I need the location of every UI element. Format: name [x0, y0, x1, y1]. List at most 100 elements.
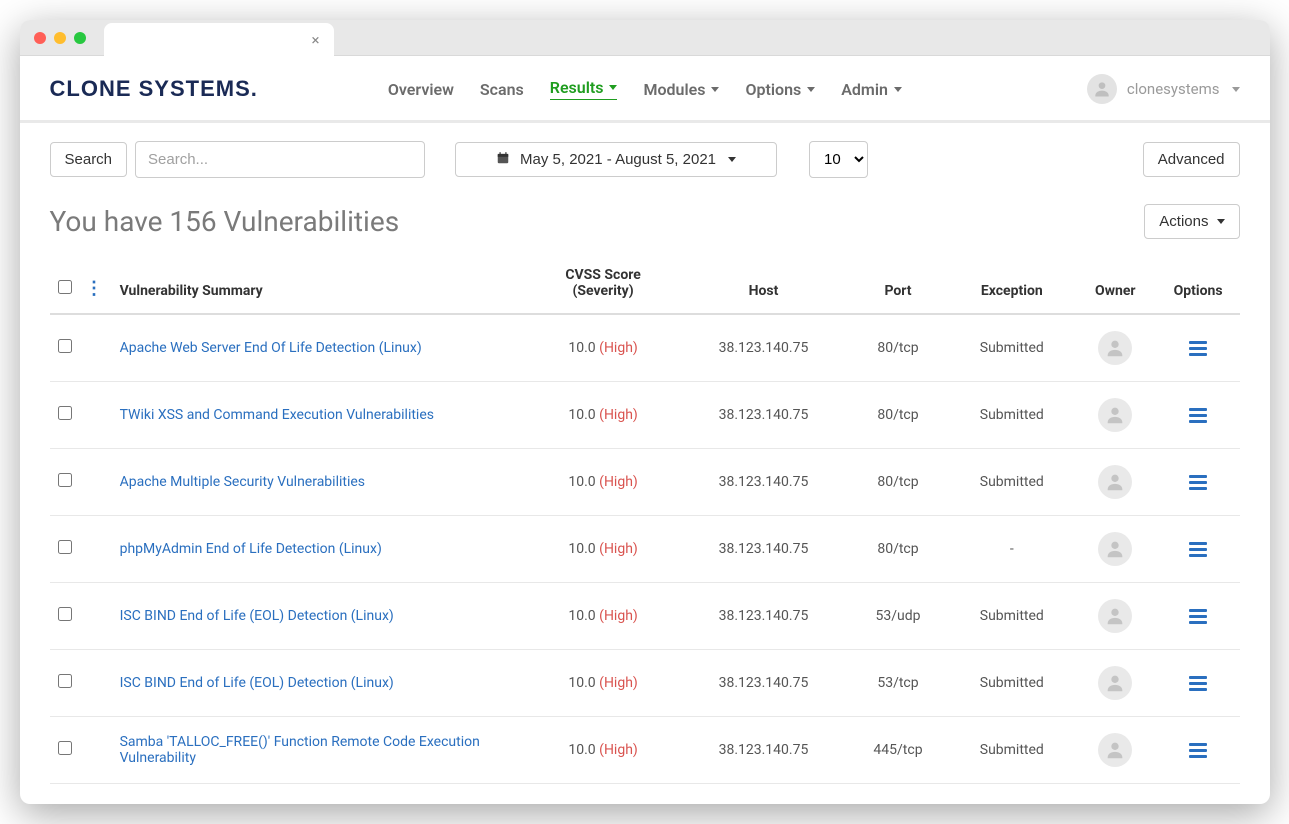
col-host: Host — [681, 257, 847, 314]
caret-down-icon — [807, 87, 815, 92]
nav-item-label: Overview — [388, 80, 454, 99]
actions-label: Actions — [1159, 213, 1208, 230]
window-close-icon[interactable] — [34, 32, 46, 44]
vulnerability-link[interactable]: Samba 'TALLOC_FREE()' Function Remote Co… — [120, 734, 480, 766]
nav-item-label: Scans — [480, 80, 524, 99]
date-range-picker[interactable]: May 5, 2021 - August 5, 2021 — [455, 142, 777, 177]
row-checkbox[interactable] — [58, 674, 72, 688]
search-input[interactable] — [135, 141, 425, 178]
exception-cell: Submitted — [950, 382, 1074, 449]
exception-cell: - — [950, 516, 1074, 583]
vulnerability-link[interactable]: TWiki XSS and Command Execution Vulnerab… — [120, 407, 434, 423]
page-size-select[interactable]: 10 — [809, 141, 868, 178]
port-cell: 80/tcp — [846, 314, 949, 382]
vulnerabilities-table: ⋮ Vulnerability Summary CVSS Score (Seve… — [50, 257, 1240, 784]
cvss-score: 10.0 — [568, 742, 599, 758]
owner-avatar-icon[interactable] — [1098, 398, 1132, 432]
exception-cell: Submitted — [950, 449, 1074, 516]
col-cvss: CVSS Score (Severity) — [525, 257, 680, 314]
vulnerability-link[interactable]: ISC BIND End of Life (EOL) Detection (Li… — [120, 675, 394, 691]
traffic-lights — [34, 32, 86, 44]
table-body: Apache Web Server End Of Life Detection … — [50, 314, 1240, 784]
nav-item-label: Admin — [841, 80, 888, 99]
severity-label: (High) — [599, 742, 638, 758]
nav-item-label: Modules — [643, 80, 705, 99]
row-options-icon[interactable] — [1165, 542, 1232, 557]
search-button[interactable]: Search — [50, 142, 128, 177]
row-options-icon[interactable] — [1165, 609, 1232, 624]
vulnerability-link[interactable]: Apache Multiple Security Vulnerabilities — [120, 474, 365, 490]
row-checkbox[interactable] — [58, 540, 72, 554]
caret-down-icon — [609, 85, 617, 90]
table-row: Apache Multiple Security Vulnerabilities… — [50, 449, 1240, 516]
host-cell: 38.123.140.75 — [681, 314, 847, 382]
vulnerability-link[interactable]: ISC BIND End of Life (EOL) Detection (Li… — [120, 608, 394, 624]
nav-item-options[interactable]: Options — [745, 80, 815, 99]
exception-cell: Submitted — [950, 314, 1074, 382]
port-cell: 53/udp — [846, 583, 949, 650]
row-options-icon[interactable] — [1165, 408, 1232, 423]
window-maximize-icon[interactable] — [74, 32, 86, 44]
row-checkbox[interactable] — [58, 406, 72, 420]
window-minimize-icon[interactable] — [54, 32, 66, 44]
caret-down-icon — [1232, 87, 1240, 92]
owner-avatar-icon[interactable] — [1098, 331, 1132, 365]
col-exception: Exception — [950, 257, 1074, 314]
table-row: TWiki XSS and Command Execution Vulnerab… — [50, 382, 1240, 449]
host-cell: 38.123.140.75 — [681, 583, 847, 650]
nav-item-results[interactable]: Results — [550, 78, 618, 100]
owner-avatar-icon[interactable] — [1098, 465, 1132, 499]
app-window: × CLONE SYSTEMS. OverviewScansResultsMod… — [20, 20, 1270, 804]
owner-avatar-icon[interactable] — [1098, 733, 1132, 767]
col-cvss-line2: (Severity) — [533, 283, 672, 299]
port-cell: 80/tcp — [846, 449, 949, 516]
cvss-score: 10.0 — [568, 608, 599, 624]
row-options-icon[interactable] — [1165, 676, 1232, 691]
actions-button[interactable]: Actions — [1144, 204, 1239, 239]
port-cell: 80/tcp — [846, 382, 949, 449]
page-heading: You have 156 Vulnerabilities — [50, 205, 400, 238]
cvss-score: 10.0 — [568, 541, 599, 557]
advanced-button[interactable]: Advanced — [1143, 142, 1240, 177]
col-options: Options — [1157, 257, 1240, 314]
nav-item-admin[interactable]: Admin — [841, 80, 902, 99]
cvss-score: 10.0 — [568, 340, 599, 356]
host-cell: 38.123.140.75 — [681, 650, 847, 717]
exception-cell: Submitted — [950, 583, 1074, 650]
nav-item-overview[interactable]: Overview — [388, 80, 454, 99]
col-summary: Vulnerability Summary — [112, 257, 526, 314]
owner-avatar-icon[interactable] — [1098, 599, 1132, 633]
nav-item-label: Options — [745, 80, 801, 99]
row-options-icon[interactable] — [1165, 475, 1232, 490]
row-options-icon[interactable] — [1165, 341, 1232, 356]
exception-cell: Submitted — [950, 717, 1074, 784]
titlebar: × — [20, 20, 1270, 56]
row-checkbox[interactable] — [58, 741, 72, 755]
owner-avatar-icon[interactable] — [1098, 666, 1132, 700]
vulnerability-link[interactable]: phpMyAdmin End of Life Detection (Linux) — [120, 541, 382, 557]
select-all-checkbox[interactable] — [58, 280, 72, 294]
column-menu-icon[interactable]: ⋮ — [85, 278, 103, 299]
owner-avatar-icon[interactable] — [1098, 532, 1132, 566]
date-range-label: May 5, 2021 - August 5, 2021 — [520, 151, 716, 168]
table-row: ISC BIND End of Life (EOL) Detection (Li… — [50, 583, 1240, 650]
user-menu[interactable]: clonesystems — [1087, 74, 1240, 104]
caret-down-icon — [728, 157, 736, 162]
table-row: phpMyAdmin End of Life Detection (Linux)… — [50, 516, 1240, 583]
port-cell: 445/tcp — [846, 717, 949, 784]
col-cvss-line1: CVSS Score — [533, 267, 672, 283]
row-checkbox[interactable] — [58, 473, 72, 487]
nav-item-modules[interactable]: Modules — [643, 80, 719, 99]
severity-label: (High) — [599, 541, 638, 557]
user-avatar-icon — [1087, 74, 1117, 104]
tab-close-icon[interactable]: × — [311, 31, 319, 49]
table-row: ISC BIND End of Life (EOL) Detection (Li… — [50, 650, 1240, 717]
caret-down-icon — [894, 87, 902, 92]
port-cell: 53/tcp — [846, 650, 949, 717]
row-options-icon[interactable] — [1165, 743, 1232, 758]
browser-tab[interactable]: × — [104, 23, 334, 57]
row-checkbox[interactable] — [58, 607, 72, 621]
vulnerability-link[interactable]: Apache Web Server End Of Life Detection … — [120, 340, 422, 356]
row-checkbox[interactable] — [58, 339, 72, 353]
nav-item-scans[interactable]: Scans — [480, 80, 524, 99]
